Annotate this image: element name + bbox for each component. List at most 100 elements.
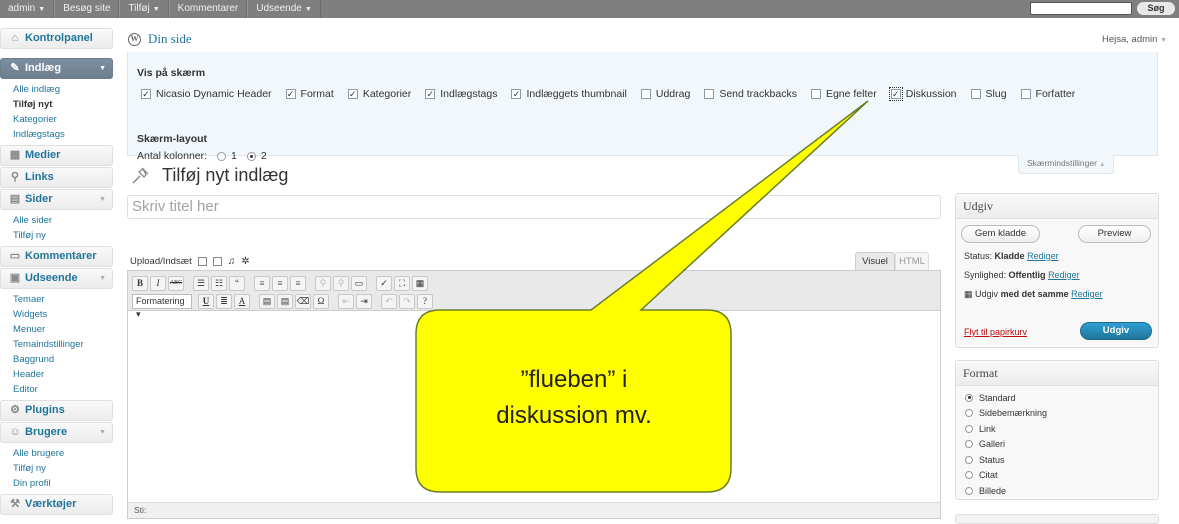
format-radio[interactable]	[965, 471, 973, 480]
move-to-trash-link[interactable]: Flyt til papirkurv	[964, 327, 1027, 337]
bold-button[interactable]: B	[132, 275, 148, 291]
format-select[interactable]: Formatering ▾	[132, 293, 192, 319]
publish-button[interactable]: Udgiv	[1080, 322, 1152, 340]
screen-option-checkbox[interactable]: ✓ Diskussion	[888, 87, 957, 101]
edit-visibility-link[interactable]: Rediger	[1048, 270, 1080, 280]
columns-radio-2[interactable]	[246, 151, 256, 161]
sidebar-sub-all-pages[interactable]: Alle sider	[0, 213, 113, 228]
indent-button[interactable]: ⇥	[356, 293, 372, 309]
sidebar-item-posts[interactable]: ✎ Indlæg ▼	[0, 58, 113, 79]
screen-option-checkbox[interactable]: ✓ Format	[285, 88, 334, 100]
kitchen-sink-button[interactable]: ▦	[412, 275, 428, 291]
outdent-button[interactable]: ⇤	[338, 293, 354, 309]
screen-option-checkbox[interactable]: Forfatter	[1020, 88, 1075, 100]
edit-status-link[interactable]: Rediger	[1027, 251, 1059, 261]
screen-option-checkbox[interactable]: Egne felter	[810, 88, 877, 100]
sidebar-sub-background[interactable]: Baggrund	[0, 352, 113, 367]
paste-text-button[interactable]: ▤	[259, 293, 275, 309]
image-icon[interactable]	[197, 257, 207, 266]
sidebar-item-users[interactable]: ☺ Brugere ▼	[0, 422, 113, 443]
align-right-button[interactable]: ≡	[290, 275, 306, 291]
checkbox-empty-icon[interactable]	[640, 89, 651, 99]
screen-option-checkbox[interactable]: ✓ Indlægstags	[425, 88, 497, 100]
format-radio[interactable]	[965, 424, 973, 433]
sidebar-item-pages[interactable]: ▤ Sider ▼	[0, 189, 113, 210]
sidebar-sub-themes[interactable]: Temaer	[0, 292, 113, 307]
sidebar-sub-add-page[interactable]: Tilføj ny	[0, 228, 113, 243]
sidebar-sub-editor[interactable]: Editor	[0, 382, 113, 397]
sidebar-item-media[interactable]: ▦ Medier	[0, 145, 113, 166]
special-char-button[interactable]: Ω	[313, 293, 329, 309]
adminbar-search-button[interactable]: Søg	[1137, 2, 1175, 15]
sidebar-item-links[interactable]: ⚲ Links	[0, 167, 113, 188]
checkbox-checked-icon[interactable]: ✓	[285, 89, 296, 99]
edit-schedule-link[interactable]: Rediger	[1071, 289, 1103, 299]
sidebar-sub-add-new[interactable]: Tilføj nyt	[0, 97, 113, 112]
help-button[interactable]: ?	[417, 293, 433, 309]
columns-radio-1[interactable]	[217, 151, 227, 161]
format-option[interactable]: Sidebemærkning	[956, 406, 1158, 422]
screen-option-checkbox[interactable]: Uddrag	[640, 88, 690, 100]
align-center-button[interactable]: ≡	[272, 275, 288, 291]
eraser-icon[interactable]: ⌫	[295, 293, 311, 309]
justify-button[interactable]: ≣	[216, 293, 232, 309]
checkbox-empty-icon[interactable]	[810, 89, 821, 99]
sidebar-item-plugins[interactable]: ⚙ Plugins	[0, 400, 113, 421]
checkbox-empty-icon[interactable]	[1020, 89, 1031, 99]
sidebar-sub-menus[interactable]: Menuer	[0, 322, 113, 337]
sidebar-item-dashboard[interactable]: ⌂ Kontrolpanel	[0, 28, 113, 49]
format-option[interactable]: Billede	[956, 483, 1158, 499]
sidebar-sub-theme-options[interactable]: Temaindstillinger	[0, 337, 113, 352]
undo-button[interactable]: ↶	[381, 293, 397, 309]
tab-visual[interactable]: Visuel	[855, 252, 895, 270]
adminbar-comments[interactable]: Kommentarer	[168, 0, 248, 18]
save-draft-button[interactable]: Gem kladde	[961, 225, 1040, 243]
screen-option-checkbox[interactable]: ✓ Nicasio Dynamic Header	[141, 88, 272, 100]
italic-button[interactable]: I	[150, 275, 166, 291]
adminbar-admin[interactable]: admin ▼	[0, 0, 55, 18]
sidebar-sub-categories[interactable]: Kategorier	[0, 112, 113, 127]
sidebar-sub-header[interactable]: Header	[0, 367, 113, 382]
format-option[interactable]: Link	[956, 421, 1158, 437]
sidebar-sub-all-posts[interactable]: Alle indlæg	[0, 82, 113, 97]
unlink-button[interactable]: ⚲	[333, 275, 349, 291]
adminbar-appearance[interactable]: Udseende ▼	[247, 0, 321, 18]
howdy-user[interactable]: Hejsa, admin ▼	[1102, 34, 1167, 45]
media-star-icon[interactable]: ✲	[241, 256, 249, 267]
checkbox-checked-icon[interactable]: ✓	[888, 87, 903, 101]
sidebar-item-appearance[interactable]: ▣ Udseende ▼	[0, 268, 113, 289]
text-color-button[interactable]: A	[234, 293, 250, 309]
paste-word-button[interactable]: ▤	[277, 293, 293, 309]
blockquote-button[interactable]: “	[229, 275, 245, 291]
fullscreen-button[interactable]: ⛶	[394, 275, 410, 291]
align-left-button[interactable]: ≡	[254, 275, 270, 291]
screen-options-toggle[interactable]: Skærmindstillinger ▲	[1018, 155, 1115, 174]
link-button[interactable]: ⚲	[315, 275, 331, 291]
format-radio[interactable]	[965, 393, 973, 402]
format-radio[interactable]	[965, 486, 973, 495]
checkbox-checked-icon[interactable]: ✓	[511, 89, 522, 99]
underline-button[interactable]: U	[198, 293, 214, 309]
format-radio[interactable]	[965, 455, 973, 464]
format-option[interactable]: Standard	[956, 390, 1158, 406]
format-option[interactable]: Galleri	[956, 437, 1158, 453]
site-name[interactable]: Din side	[148, 31, 192, 47]
video-icon[interactable]	[212, 257, 222, 266]
sidebar-item-comments[interactable]: ▭ Kommentarer	[0, 246, 113, 267]
sidebar-sub-all-users[interactable]: Alle brugere	[0, 446, 113, 461]
sidebar-sub-widgets[interactable]: Widgets	[0, 307, 113, 322]
tab-html[interactable]: HTML	[895, 252, 929, 270]
checkbox-empty-icon[interactable]	[970, 89, 981, 99]
sidebar-item-tools[interactable]: ⚒ Værktøjer	[0, 494, 113, 515]
format-radio[interactable]	[965, 409, 973, 418]
more-tag-button[interactable]: ▭	[351, 275, 367, 291]
sidebar-sub-tags[interactable]: Indlægstags	[0, 127, 113, 142]
sidebar-sub-profile[interactable]: Din profil	[0, 476, 113, 491]
spellcheck-button[interactable]: ✓	[376, 275, 392, 291]
screen-option-checkbox[interactable]: ✓ Indlæggets thumbnail	[511, 88, 627, 100]
adminbar-search-input[interactable]	[1030, 2, 1132, 15]
screen-option-checkbox[interactable]: Slug	[970, 88, 1007, 100]
redo-button[interactable]: ↷	[399, 293, 415, 309]
adminbar-visit-site[interactable]: Besøg site	[54, 0, 120, 18]
preview-button[interactable]: Preview	[1078, 225, 1151, 243]
